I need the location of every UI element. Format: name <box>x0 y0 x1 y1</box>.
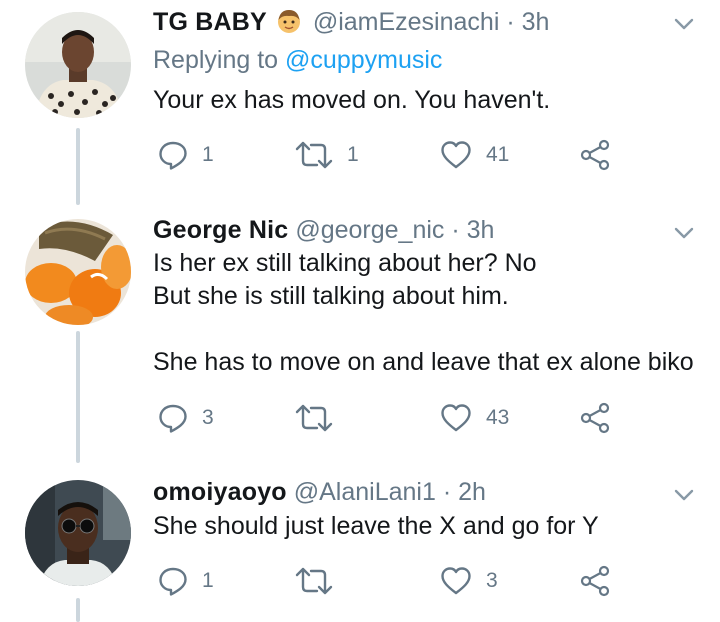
retweet-icon <box>295 567 333 595</box>
heart-icon <box>441 404 471 432</box>
display-name[interactable]: TG BABY <box>153 8 267 36</box>
retweet-icon <box>295 404 333 432</box>
reply-icon <box>159 141 187 170</box>
separator-dot: · <box>506 8 515 36</box>
retweet-button[interactable]: 1 <box>295 135 359 175</box>
retweet-count: 1 <box>347 143 359 166</box>
tweet-text: Your ex has moved on. You haven't. <box>153 86 551 114</box>
separator-dot: · <box>451 216 460 244</box>
reply-button[interactable]: 3 <box>158 398 214 438</box>
reply-count: 1 <box>202 143 214 166</box>
avatar-photo <box>25 12 131 118</box>
timestamp[interactable]: 2h <box>458 478 486 506</box>
user-handle[interactable]: @george_nic <box>295 216 444 244</box>
boy-face-emoji-icon <box>277 10 300 33</box>
replying-label: Replying to <box>153 46 279 74</box>
thread-line <box>76 331 80 463</box>
reply-count: 1 <box>202 569 214 592</box>
avatar[interactable] <box>25 480 131 586</box>
replying-to: Replying to @cuppymusic <box>153 45 442 75</box>
retweet-icon <box>295 141 333 169</box>
thread-line <box>76 128 80 205</box>
share-button[interactable] <box>579 561 611 601</box>
tweet-header: TG BABY @iamEzesinachi · 3h <box>153 7 549 37</box>
chevron-down-icon[interactable] <box>672 221 696 245</box>
share-button[interactable] <box>579 398 611 438</box>
user-handle[interactable]: @AlaniLani1 <box>294 478 436 506</box>
retweet-button[interactable] <box>295 398 347 438</box>
like-button[interactable]: 3 <box>440 561 498 601</box>
user-handle[interactable]: @iamEzesinachi <box>313 8 500 36</box>
timestamp[interactable]: 3h <box>467 216 495 244</box>
reply-button[interactable]: 1 <box>158 561 214 601</box>
action-bar: 3 43 <box>153 398 673 438</box>
tweet-text: She should just leave the X and go for Y <box>153 512 599 540</box>
avatar[interactable] <box>25 219 131 325</box>
reply-icon <box>159 404 187 433</box>
chevron-down-icon[interactable] <box>672 483 696 507</box>
share-button[interactable] <box>579 135 611 175</box>
timestamp[interactable]: 3h <box>522 8 550 36</box>
reply-button[interactable]: 1 <box>158 135 214 175</box>
chevron-down-icon[interactable] <box>672 12 696 36</box>
action-bar: 1 3 <box>153 561 673 601</box>
share-icon <box>580 139 610 171</box>
replying-handle-link[interactable]: @cuppymusic <box>285 46 442 74</box>
retweet-button[interactable] <box>295 561 347 601</box>
separator-dot: · <box>442 478 452 506</box>
share-icon <box>580 565 610 597</box>
display-name[interactable]: omoiyaoyo <box>153 478 287 506</box>
tweet[interactable]: TG BABY @iamEzesinachi · 3h Replying to … <box>0 0 720 205</box>
avatar-photo <box>25 219 131 325</box>
tweet[interactable]: George Nic @george_nic · 3h Is her ex st… <box>0 205 720 470</box>
tweet-header: George Nic @george_nic · 3h <box>153 215 494 245</box>
tweet-header: omoiyaoyo @AlaniLani1 · 2h <box>153 477 486 507</box>
heart-icon <box>441 141 471 169</box>
display-name[interactable]: George Nic <box>153 216 288 244</box>
tweet-text: Is her ex still talking about her? No Bu… <box>153 249 694 376</box>
avatar[interactable] <box>25 12 131 118</box>
action-bar: 1 1 41 <box>153 135 673 175</box>
like-button[interactable]: 41 <box>440 135 509 175</box>
reply-count: 3 <box>202 406 214 429</box>
avatar-photo <box>25 480 131 586</box>
like-count: 41 <box>486 143 510 166</box>
like-count: 43 <box>486 406 510 429</box>
share-icon <box>580 402 610 434</box>
tweet[interactable]: omoiyaoyo @AlaniLani1 · 2h She should ju… <box>0 470 720 622</box>
reply-icon <box>159 567 187 596</box>
like-button[interactable]: 43 <box>440 398 509 438</box>
thread-line <box>76 598 80 622</box>
like-count: 3 <box>486 569 498 592</box>
heart-icon <box>441 567 471 595</box>
